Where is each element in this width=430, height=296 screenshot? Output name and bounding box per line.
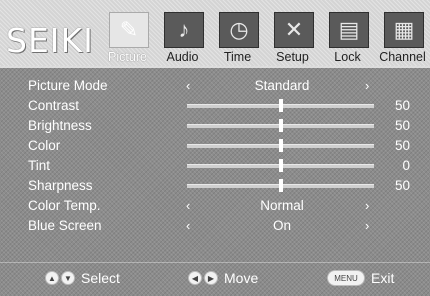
setting-label: Brightness	[28, 118, 92, 133]
tab-setup[interactable]: ✕ Setup	[265, 10, 320, 66]
setting-contrast[interactable]: Contrast 50	[0, 96, 430, 116]
setting-blue-screen[interactable]: Blue Screen ‹ On ›	[0, 216, 430, 236]
tab-channel[interactable]: ▦ Channel	[375, 10, 430, 66]
up-arrow-icon: ▲	[45, 271, 59, 285]
category-tabs: ✎ Picture ♪ Audio ◷ Time ✕ Setup ▤ Lock …	[100, 10, 430, 66]
setting-value: 0	[402, 158, 410, 173]
setting-value: 50	[394, 98, 410, 113]
menu-header: SEIKI ✎ Picture ♪ Audio ◷ Time ✕ Setup ▤…	[0, 0, 430, 66]
setting-label: Blue Screen	[28, 218, 102, 233]
setting-label: Sharpness	[28, 178, 93, 193]
tab-label: Channel	[379, 50, 426, 64]
tab-label: Audio	[166, 50, 199, 64]
setting-brightness[interactable]: Brightness 50	[0, 116, 430, 136]
footer-divider	[0, 262, 430, 263]
tab-time[interactable]: ◷ Time	[210, 10, 265, 66]
setting-color[interactable]: Color 50	[0, 136, 430, 156]
select-label: Select	[81, 270, 120, 286]
brand-logo: SEIKI	[6, 21, 94, 60]
channel-icon: ▦	[384, 12, 424, 48]
slider-thumb[interactable]	[278, 139, 283, 152]
arrow-left-icon[interactable]: ‹	[186, 78, 190, 93]
tab-picture[interactable]: ✎ Picture	[100, 10, 155, 66]
arrow-left-icon[interactable]: ‹	[186, 198, 190, 213]
menu-button-icon: MENU	[327, 270, 365, 286]
tab-label: Picture	[108, 50, 147, 64]
exit-label: Exit	[371, 270, 395, 286]
select-hint: ▲ ▼ Select	[45, 270, 120, 286]
setting-label: Color Temp.	[28, 198, 101, 213]
time-icon: ◷	[219, 12, 259, 48]
move-label: Move	[224, 270, 259, 286]
header-divider	[0, 66, 430, 68]
slider-thumb[interactable]	[278, 179, 283, 192]
setting-label: Tint	[28, 158, 51, 173]
setting-label: Contrast	[28, 98, 80, 113]
setup-icon: ✕	[274, 12, 314, 48]
tab-label: Lock	[334, 50, 361, 64]
arrow-right-icon[interactable]: ›	[365, 218, 369, 233]
setting-label: Color	[28, 138, 61, 153]
setting-value: 50	[394, 118, 410, 133]
tab-lock[interactable]: ▤ Lock	[320, 10, 375, 66]
slider-thumb[interactable]	[278, 119, 283, 132]
setting-sharpness[interactable]: Sharpness 50	[0, 176, 430, 196]
arrow-right-icon[interactable]: ›	[365, 78, 369, 93]
right-arrow-icon: ▶	[204, 271, 218, 285]
tv-settings-menu: SEIKI ✎ Picture ♪ Audio ◷ Time ✕ Setup ▤…	[0, 0, 430, 296]
setting-value: Normal	[260, 198, 304, 213]
setting-value: Standard	[254, 78, 310, 93]
tab-label: Time	[223, 50, 252, 64]
lock-icon: ▤	[329, 12, 369, 48]
slider-thumb[interactable]	[278, 159, 283, 172]
tab-audio[interactable]: ♪ Audio	[155, 10, 210, 66]
picture-icon: ✎	[109, 12, 149, 48]
arrow-left-icon[interactable]: ‹	[186, 218, 190, 233]
setting-color-temp[interactable]: Color Temp. ‹ Normal ›	[0, 196, 430, 216]
setting-value: 50	[394, 178, 410, 193]
setting-value: 50	[394, 138, 410, 153]
exit-hint: MENU Exit	[327, 270, 394, 286]
up-down-buttons: ▲ ▼	[45, 271, 75, 285]
left-right-buttons: ◀ ▶	[188, 271, 218, 285]
slider-thumb[interactable]	[278, 99, 283, 112]
arrow-right-icon[interactable]: ›	[365, 198, 369, 213]
down-arrow-icon: ▼	[61, 271, 75, 285]
move-hint: ◀ ▶ Move	[188, 270, 258, 286]
audio-icon: ♪	[164, 12, 204, 48]
footer-hints: ▲ ▼ Select ◀ ▶ Move MENU Exit	[0, 266, 430, 296]
tab-label: Setup	[276, 50, 309, 64]
setting-label: Picture Mode	[28, 78, 108, 93]
setting-value: On	[272, 218, 291, 233]
setting-tint[interactable]: Tint 0	[0, 156, 430, 176]
left-arrow-icon: ◀	[188, 271, 202, 285]
setting-picture-mode[interactable]: Picture Mode ‹ Standard ›	[0, 76, 430, 96]
